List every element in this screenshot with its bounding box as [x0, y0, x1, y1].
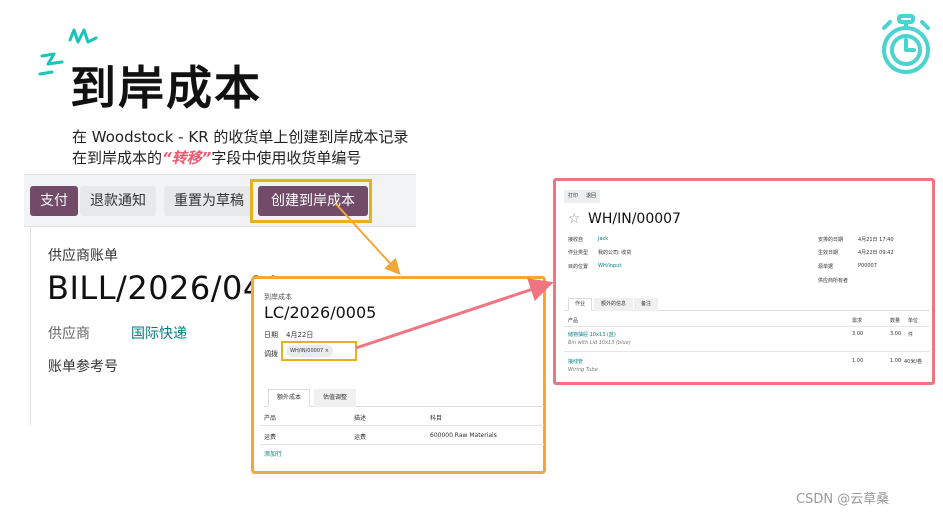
slide-title: 到岸成本 — [70, 61, 262, 115]
column-header-description[interactable]: 描述 — [354, 413, 366, 422]
column-header-account[interactable]: 科目 — [430, 413, 442, 422]
receipt-name: WH/IN/00007 — [588, 211, 681, 227]
field-label-operation-type: 作业类型 — [568, 250, 589, 256]
row-unit: 件 — [908, 332, 914, 338]
transfer-tag-text: WH/IN/00007 — [290, 348, 324, 354]
field-value-operation-type[interactable]: 我的公司: 收货 — [598, 249, 631, 256]
vendor-label: 供应商 — [48, 326, 90, 342]
vendor-link[interactable]: 国际快递 — [131, 323, 187, 343]
field-value-destination[interactable]: WH/Input — [598, 263, 621, 269]
field-label-destination: 目的位置 — [568, 264, 589, 270]
refund-notice-button[interactable]: 退款通知 — [80, 186, 156, 216]
tab-valuation-adjustments[interactable]: 估值调整 — [314, 389, 357, 407]
table-divider — [564, 326, 930, 327]
star-icon[interactable]: ☆ — [568, 211, 581, 227]
landed-cost-name: LC/2026/0005 — [264, 303, 377, 322]
field-value-source-document[interactable]: P00007 — [858, 263, 877, 269]
landed-cost-panel: 到岸成本 LC/2026/0005 日期 4月22日 调拨 WH/IN/0000… — [251, 276, 546, 474]
stopwatch-icon — [882, 14, 930, 74]
landed-cost-tabs: 额外成本 估值调整 — [264, 387, 544, 407]
column-header-product[interactable]: 产品 — [264, 413, 276, 422]
row-quantity: 3.00 — [890, 331, 902, 337]
column-header-quantity[interactable]: 数量 — [890, 317, 900, 324]
column-header-demand[interactable]: 需求 — [852, 317, 862, 324]
subtitle-line-2: 在到岸成本的“转移”字段中使用收货单编号 — [72, 148, 408, 169]
row-demand: 1.00 — [852, 358, 864, 364]
row-quantity: 1.00 — [890, 358, 902, 364]
column-header-unit[interactable]: 单位 — [908, 317, 918, 324]
field-label-source-document: 源单据 — [818, 264, 834, 270]
tab-operations[interactable]: 作业 — [568, 298, 593, 311]
highlight-frame-create-landed-cost — [250, 179, 372, 223]
row-description: Bin with Lid 10x13 (blue) — [568, 340, 631, 346]
subtitle-line-1: 在 Woodstock - KR 的收货单上创建到岸成本记录 — [72, 128, 409, 146]
landed-cost-kind-label: 到岸成本 — [264, 293, 292, 301]
receipt-tabs: 作业 额外的信息 备注 — [564, 296, 930, 311]
transfers-label: 调拨 — [264, 350, 278, 358]
reset-to-draft-button[interactable]: 重置为草稿 — [164, 186, 254, 216]
row-account: 600000 Raw Materials — [430, 432, 497, 439]
row-demand: 3.00 — [852, 331, 864, 337]
print-button[interactable]: 打印 — [564, 190, 582, 203]
bill-number: BILL/2026/04/ — [47, 269, 276, 307]
add-line-link[interactable]: 添加行 — [264, 449, 282, 458]
row-description: 运费 — [354, 434, 367, 441]
table-divider — [564, 351, 930, 352]
subtitle-highlight: “转移” — [162, 149, 212, 167]
date-label: 日期 — [264, 331, 278, 339]
field-value-effective-date[interactable]: 4月22日 09:42 — [858, 249, 894, 256]
table-divider — [260, 444, 544, 445]
bill-reference-label: 账单参考号 — [48, 359, 118, 375]
receipt-panel: 打印 退回 ☆ WH/IN/00007 接收自 Jack 作业类型 我的公司: 收… — [553, 178, 935, 385]
pay-button[interactable]: 支付 — [30, 186, 78, 216]
watermark: CSDN @云草桑 — [796, 492, 890, 507]
date-value[interactable]: 4月22日 — [286, 330, 313, 340]
field-value-scheduled-date[interactable]: 4月21日 17:40 — [858, 236, 894, 243]
remove-tag-icon[interactable]: × — [325, 348, 329, 354]
tab-additional-costs[interactable]: 额外成本 — [268, 389, 311, 407]
row-description: Wiring Tube — [568, 367, 598, 373]
row-product: 运费 — [264, 434, 277, 441]
return-button[interactable]: 退回 — [582, 190, 600, 203]
table-divider — [260, 425, 544, 426]
tab-additional-info[interactable]: 额外的信息 — [594, 298, 634, 311]
field-label-vendor-owner: 供应商所有者 — [818, 278, 849, 284]
bill-doc-label: 供应商账单 — [48, 248, 118, 264]
field-value-receive-from[interactable]: Jack — [598, 236, 608, 242]
transfer-tag[interactable]: WH/IN/00007 × — [286, 345, 333, 357]
field-label-scheduled-date: 安排的日期 — [818, 237, 844, 243]
subtitle-line-2-pre: 在到岸成本的 — [72, 149, 163, 167]
subtitle-line-2-post: 字段中使用收货单编号 — [211, 149, 362, 167]
tab-note[interactable]: 备注 — [634, 298, 659, 311]
receipt-toolbar: 打印 退回 — [564, 190, 601, 203]
column-header-product[interactable]: 产品 — [568, 317, 578, 324]
slide-subtitle: 在 Woodstock - KR 的收货单上创建到岸成本记录 在到岸成本的“转移… — [72, 127, 408, 169]
bill-toolbar: 支付 退款通知 重置为草稿 创建到岸成本 — [24, 175, 416, 227]
field-label-effective-date: 生效日期 — [818, 250, 839, 256]
field-label-receive-from: 接收自 — [568, 237, 584, 243]
row-product: 储物抽屉 10x13 (蓝) — [568, 332, 616, 338]
row-product: 接线管 — [568, 359, 584, 365]
row-unit: 40米/卷 — [904, 359, 923, 365]
